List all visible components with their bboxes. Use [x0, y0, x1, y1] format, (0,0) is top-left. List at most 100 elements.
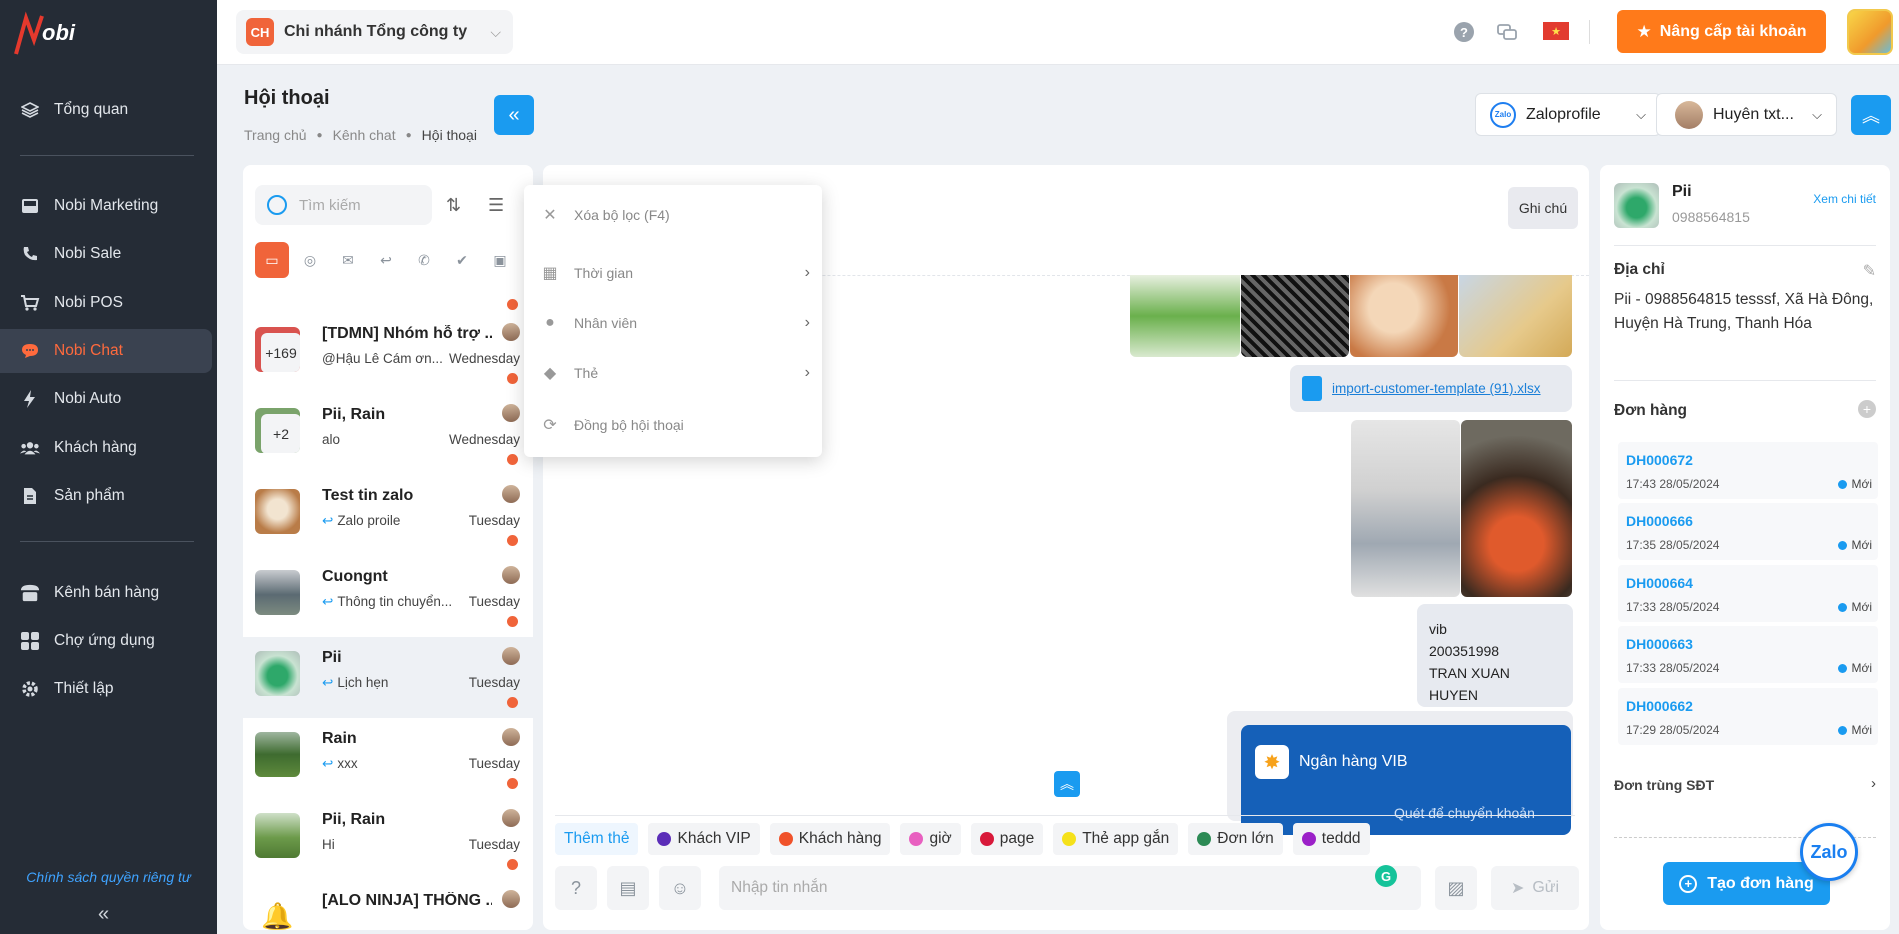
grammarly-icon[interactable]: G [1375, 865, 1397, 887]
list-item[interactable]: +2 Pii, Rain alo Wednesday [243, 394, 533, 475]
image-upload-icon[interactable]: ▨ [1435, 866, 1477, 910]
sidebar-item-sale[interactable]: Nobi Sale [0, 232, 212, 276]
file-message[interactable]: import-customer-template (91).xlsx [1290, 365, 1572, 412]
tab-check-icon[interactable]: ✔ [445, 242, 479, 278]
sidebar-item-thiet-lap[interactable]: Thiết lập [0, 667, 212, 711]
tab-mail-icon[interactable]: ✉ [331, 242, 365, 278]
gear-icon [20, 679, 40, 699]
list-item[interactable]: 🔔 [ALO NINJA] THÔNG ... [243, 880, 533, 930]
scroll-up-button[interactable]: ︽ [1054, 771, 1080, 797]
sidebar-item-pos[interactable]: Nobi POS [0, 281, 212, 325]
staff-filter-item[interactable]: ● Nhân viên › [524, 302, 822, 344]
staff-avatar [502, 566, 520, 584]
time-filter-item[interactable]: ▦ Thời gian › [524, 252, 822, 294]
sidebar-item-marketing[interactable]: Nobi Marketing [0, 184, 212, 228]
edit-icon[interactable]: ✎ [1863, 261, 1876, 281]
breadcrumb-item[interactable]: Kênh chat [333, 127, 396, 143]
list-item[interactable]: Pii, Rain Hi Tuesday [243, 799, 533, 880]
tag-chip[interactable]: teddd [1292, 822, 1370, 855]
sort-icon[interactable]: ⇅ [446, 195, 461, 216]
chevron-down-icon: ⌵ [1636, 106, 1646, 122]
breadcrumb-item[interactable]: Trang chủ [244, 127, 307, 143]
add-order-icon[interactable]: + [1858, 400, 1876, 418]
tab-reply-icon[interactable]: ↩ [369, 242, 403, 278]
nobi-logo[interactable]: obi [12, 10, 102, 58]
add-tag-button[interactable]: Thêm thẻ [555, 822, 639, 855]
toggle-panel-button[interactable]: « [494, 95, 534, 135]
sidebar-item-label: Nobi POS [54, 294, 123, 311]
tag-filter-item[interactable]: ◆ Thẻ › [524, 352, 822, 394]
channel-selector[interactable]: Zalo Zaloprofile ⌵ [1475, 93, 1661, 136]
filter-settings-icon[interactable]: ☰ [488, 195, 504, 216]
tag-chip[interactable]: page [970, 822, 1044, 855]
chevron-right-icon[interactable]: › [1871, 775, 1876, 792]
send-button[interactable]: ➤ Gửi [1491, 866, 1579, 910]
avatar[interactable] [1847, 9, 1893, 55]
tag-bar: Thêm thẻ Khách VIP Khách hàng giờ page T… [555, 815, 1575, 855]
sidebar-item-auto[interactable]: Nobi Auto [0, 377, 212, 421]
collapse-up-button[interactable]: ︽ [1851, 95, 1891, 135]
message-image[interactable] [1351, 420, 1460, 597]
sidebar-item-khach-hang[interactable]: Khách hàng [0, 426, 212, 470]
help-icon[interactable]: ? [1454, 22, 1474, 42]
message-image[interactable] [1130, 275, 1240, 357]
tab-messenger-icon[interactable]: ◎ [293, 242, 327, 278]
order-item[interactable]: DH000672 17:43 28/05/2024 Mới [1618, 442, 1878, 499]
store-icon [20, 583, 40, 603]
note-button[interactable]: Ghi chú [1508, 187, 1578, 229]
message-image[interactable] [1459, 275, 1572, 357]
tag-chip[interactable]: Đơn lớn [1188, 822, 1283, 855]
duplicate-phone-orders[interactable]: Đơn trùng SĐT [1614, 777, 1714, 793]
clear-filter-item[interactable]: ✕ Xóa bộ lọc (F4) [524, 194, 822, 236]
search-input[interactable]: Tìm kiếm [255, 185, 432, 225]
sidebar-item-cho-ung-dung[interactable]: Chợ ứng dụng [0, 619, 212, 663]
tab-box-icon[interactable]: ▣ [483, 242, 517, 278]
branch-selector[interactable]: CH Chi nhánh Tổng công ty ⌵ [236, 10, 513, 54]
tag-chip[interactable]: giờ [900, 822, 961, 855]
list-item[interactable]: +169 [TDMN] Nhóm hỗ trợ ... @Hậu Lê Cám … [243, 313, 533, 394]
file-link[interactable]: import-customer-template (91).xlsx [1332, 381, 1541, 396]
message-image[interactable] [1350, 275, 1458, 357]
help-icon[interactable]: ? [555, 866, 597, 910]
conversation-title: Test tin zalo [322, 487, 414, 504]
messenger-icon [507, 697, 518, 708]
bank-card-message[interactable]: ✸ Ngân hàng VIB Quét để chuyển khoản [1227, 711, 1573, 835]
sidebar-item-tong-quan[interactable]: Tổng quan [0, 88, 212, 132]
order-item[interactable]: DH000664 17:33 28/05/2024 Mới [1618, 565, 1878, 622]
order-item[interactable]: DH000662 17:29 28/05/2024 Mới [1618, 688, 1878, 745]
order-item[interactable]: DH000663 17:33 28/05/2024 Mới [1618, 626, 1878, 683]
emoji-icon[interactable]: ☺ [659, 866, 701, 910]
sidebar-item-label: Kênh bán hàng [54, 584, 160, 601]
privacy-policy-link[interactable]: Chính sách quyền riêng tư [0, 869, 217, 885]
tag-chip[interactable]: Khách hàng [769, 822, 891, 855]
messages-icon[interactable] [1496, 22, 1518, 42]
list-item[interactable]: Rain ↩ xxx Tuesday [243, 718, 533, 799]
reply-icon: ↩ [322, 675, 334, 690]
tab-phone-icon[interactable]: ✆ [407, 242, 441, 278]
collapse-sidebar-icon[interactable]: « [98, 903, 109, 926]
template-icon[interactable]: ▤ [607, 866, 649, 910]
message-input[interactable]: Nhập tin nhắn [719, 866, 1421, 910]
message-image[interactable] [1461, 420, 1572, 597]
order-item[interactable]: DH000666 17:35 28/05/2024 Mới [1618, 503, 1878, 560]
phone-icon [20, 244, 40, 264]
tab-inbox-icon[interactable]: ▭ [255, 242, 289, 278]
tag-chip[interactable]: Thẻ app gắn [1053, 822, 1179, 855]
view-detail-link[interactable]: Xem chi tiết [1813, 192, 1876, 206]
sidebar-item-san-pham[interactable]: Sản phẩm [0, 474, 212, 518]
list-item[interactable]: Pii ↩ Lịch hẹn Tuesday [243, 637, 533, 718]
message-image[interactable] [1241, 275, 1349, 357]
search-icon [267, 195, 287, 215]
tag-chip[interactable]: Khách VIP [648, 822, 760, 855]
zalo-chat-button[interactable]: Zalo [1800, 823, 1858, 881]
list-item[interactable]: Cuongnt ↩ Thông tin chuyển... Tuesday [243, 556, 533, 637]
staff-avatar [502, 404, 520, 422]
upgrade-account-button[interactable]: ★ Nâng cấp tài khoản [1617, 10, 1826, 53]
vietnam-flag-icon[interactable]: ★ [1543, 22, 1569, 40]
user-selector[interactable]: Huyên txt... ⌵ [1656, 93, 1837, 136]
conversation-time: Tuesday [468, 837, 520, 852]
sidebar-item-kenh-ban-hang[interactable]: Kênh bán hàng [0, 571, 212, 615]
list-item[interactable]: Test tin zalo ↩ Zalo proile Tuesday [243, 475, 533, 556]
sync-conversations-item[interactable]: ⟳ Đồng bộ hội thoại [524, 404, 822, 446]
sidebar-item-chat[interactable]: Nobi Chat [0, 329, 212, 373]
